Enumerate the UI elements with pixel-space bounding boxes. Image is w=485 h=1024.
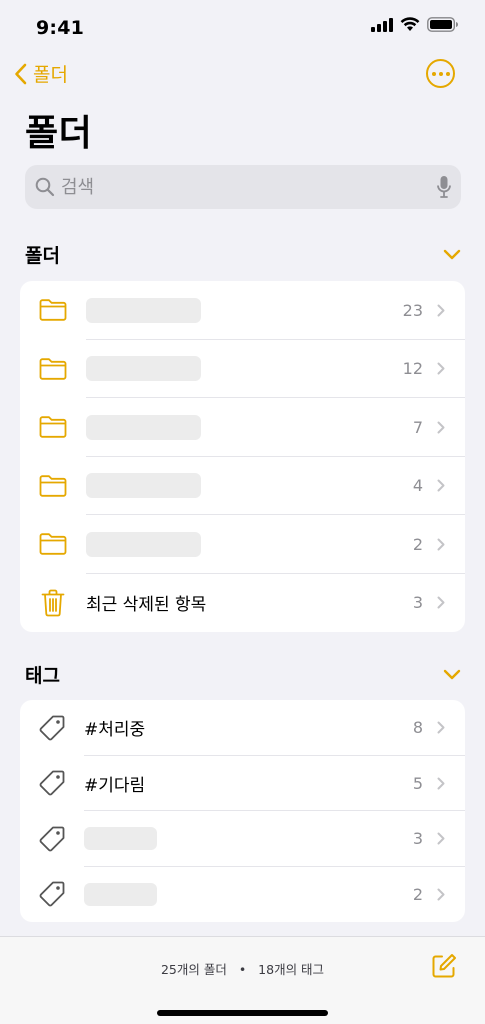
chevron-right-icon [437,777,445,790]
more-dot-icon [445,71,450,76]
home-indicator [157,1010,328,1016]
tag-count: 2 [412,884,423,904]
chevron-right-icon [437,721,445,734]
tag-row[interactable]: 2 [20,867,465,923]
search-bar[interactable] [25,165,461,209]
chevron-right-icon [437,832,445,845]
tags-list: #처리중 8 #기다림 5 3 2 [20,700,465,922]
chevron-right-icon [437,362,445,375]
folder-row[interactable]: 12 [20,340,465,398]
page-title: 폴더 [25,113,93,154]
more-options-button[interactable] [426,59,455,88]
more-dot-icon [438,71,443,76]
folder-icon [39,358,67,380]
redacted-folder-name [86,473,201,499]
chevron-right-icon [437,304,445,317]
navigation-bar: 폴더 [0,56,485,96]
search-icon [35,177,55,197]
status-icons [371,17,459,32]
tag-label: #기다림 [84,775,146,796]
tag-row[interactable]: #처리중 8 [20,700,465,756]
folder-row[interactable]: 4 [20,457,465,515]
trash-icon [41,589,65,617]
more-dot-icon [431,71,436,76]
chevron-right-icon [437,538,445,551]
battery-icon [427,17,458,32]
redacted-folder-name [86,414,201,440]
tag-icon [39,770,65,796]
folder-icon [39,475,67,497]
redacted-folder-name [86,297,201,323]
folders-count-text: 25개의 폴더 [160,962,227,977]
wifi-icon [400,17,420,31]
compose-icon [432,954,456,978]
folder-count: 2 [412,534,423,554]
status-time: 9:41 [36,17,85,39]
tags-count-text: 18개의 태그 [258,962,325,977]
summary-separator: • [238,962,247,977]
cellular-signal-icon [371,17,393,32]
folder-count: 3 [412,593,423,613]
folder-count: 23 [402,300,423,320]
section-title: 폴더 [25,244,60,267]
new-note-button[interactable] [431,953,457,983]
tag-count: 8 [412,718,423,738]
section-title: 태그 [25,664,60,687]
chevron-down-icon[interactable] [443,249,461,260]
folder-count: 12 [402,359,423,379]
folder-icon [39,416,67,438]
chevron-right-icon [437,596,445,609]
chevron-right-icon [437,421,445,434]
folders-list: 23 12 7 4 2 최근 삭제된 항목 3 [20,281,465,632]
folder-count: 4 [412,476,423,496]
folder-count: 7 [412,417,423,437]
redacted-tag-name [84,882,157,906]
status-bar: 9:41 [0,0,485,52]
tag-count: 3 [412,829,423,849]
folder-row[interactable]: 2 [20,515,465,574]
folders-section-header[interactable]: 폴더 [25,240,461,268]
redacted-tag-name [84,827,157,851]
recently-deleted-label: 최근 삭제된 항목 [86,595,207,616]
tags-section-header[interactable]: 태그 [25,660,461,688]
microphone-icon[interactable] [437,175,451,199]
toolbar-summary: 25개의 폴더 • 18개의 태그 [0,959,485,978]
chevron-right-icon [437,479,445,492]
tag-row[interactable]: #기다림 5 [20,756,465,811]
tag-icon [39,826,65,852]
back-button-label: 폴더 [33,64,68,86]
tag-label: #처리중 [84,720,146,741]
folder-row[interactable]: 23 [20,281,465,340]
tag-count: 5 [412,773,423,793]
tag-icon [39,715,65,741]
redacted-folder-name [86,531,201,557]
search-input[interactable] [61,176,437,198]
tag-row[interactable]: 3 [20,811,465,867]
recently-deleted-row[interactable]: 최근 삭제된 항목 3 [20,574,465,633]
redacted-folder-name [86,356,201,382]
tag-icon [39,881,65,907]
chevron-right-icon [437,888,445,901]
chevron-down-icon[interactable] [443,669,461,680]
chevron-left-icon [15,63,27,84]
folder-row[interactable]: 7 [20,398,465,457]
folder-icon [39,533,67,555]
folder-icon [39,299,67,321]
back-button[interactable]: 폴더 [14,60,68,87]
